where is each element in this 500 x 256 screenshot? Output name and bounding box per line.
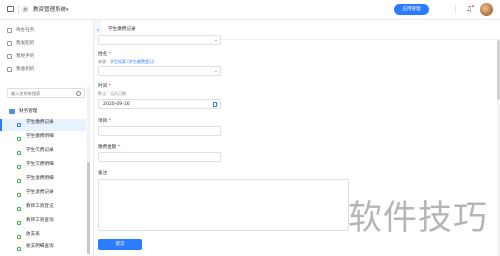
- sidebar-item-income-expense[interactable]: 收支表: [0, 231, 86, 243]
- sidebar-scrollbar-thumb[interactable]: [87, 162, 90, 254]
- sidebar-link-label: 我收到的: [16, 67, 35, 72]
- notification-dot: [472, 5, 474, 7]
- date-picker-field[interactable]: 2020-09-16: [98, 99, 221, 109]
- chart-icon: [17, 179, 21, 183]
- date-default-hint: 默认：当天日期: [98, 91, 126, 96]
- sidebar-item-label: 学生欠费明细: [26, 162, 54, 167]
- calendar-icon[interactable]: [212, 102, 217, 107]
- avatar[interactable]: [480, 3, 493, 16]
- sidebar-link-label: 我发起的: [16, 41, 35, 46]
- watermark: 软件技巧: [348, 198, 488, 238]
- amount-input[interactable]: [98, 152, 221, 162]
- project-input[interactable]: [98, 126, 221, 136]
- sidebar: 待办任务 我发起的 我经手的 我收到的 财务管理 学生缴费记录 学生缴费明细 学…: [0, 20, 94, 256]
- sidebar-item-refund-record[interactable]: 学生退费记录: [0, 189, 86, 201]
- sidebar-item-label: 收支表: [26, 232, 40, 237]
- divider: [18, 5, 19, 14]
- field-label-amount: 缴费金额 *: [98, 145, 121, 150]
- field-source-hint: 来源：学生档案 (学生缴费登记): [98, 59, 155, 64]
- app-logo-icon: ❀: [22, 5, 29, 14]
- sidebar-link-label: 待办任务: [16, 28, 35, 33]
- divider: [455, 5, 456, 14]
- chevron-down-icon[interactable]: ⌄: [214, 37, 218, 44]
- sidebar-item-label: 学生欠费记录: [26, 148, 54, 153]
- sidebar-search[interactable]: [7, 88, 85, 98]
- folder-icon: [9, 109, 15, 114]
- submit-button[interactable]: 提交: [98, 239, 142, 250]
- remark-textarea[interactable]: [98, 179, 349, 231]
- inbox-icon: [7, 67, 12, 72]
- menu-group-label: 财务管理: [19, 109, 38, 114]
- sidebar-item-label: 学生退费明细: [26, 176, 54, 181]
- sidebar-item-income-expense-detail[interactable]: 收支明细查询: [0, 243, 86, 255]
- field-label-name: 姓名 *: [98, 52, 111, 57]
- sidebar-item-arrears-record[interactable]: 学生欠费记录: [0, 147, 86, 159]
- sidebar-item-label: 学生退费记录: [26, 190, 54, 195]
- send-icon: [7, 41, 12, 46]
- sidebar-item-salary-register[interactable]: 教师工资登记: [0, 203, 86, 215]
- sidebar-item-label: 学生缴费记录: [26, 120, 54, 125]
- form-icon: [17, 151, 21, 155]
- sidebar-link-received[interactable]: 我收到的: [7, 66, 34, 73]
- sidebar-link-handled[interactable]: 我经手的: [7, 53, 34, 60]
- chart-icon: [17, 247, 21, 251]
- app-manage-button[interactable]: 应用管理: [394, 4, 429, 15]
- sidebar-link-initiated[interactable]: 我发起的: [7, 40, 34, 47]
- field-label-date: 时间 *: [98, 84, 111, 89]
- form-icon: [17, 123, 21, 127]
- top-bar: ❀ 教资管理系统 ▾ 应用管理 ♫: [0, 0, 500, 20]
- window-icon[interactable]: [7, 6, 14, 12]
- sidebar-link-todo[interactable]: 待办任务: [7, 27, 34, 34]
- chart-icon: [17, 165, 21, 169]
- system-name[interactable]: 教资管理系统: [33, 6, 66, 14]
- source-link[interactable]: 学生档案 (学生缴费登记): [110, 59, 154, 64]
- field-label-project: 项目 *: [98, 119, 111, 124]
- chart-icon: [17, 221, 21, 225]
- field-label-remark: 备注: [98, 171, 108, 176]
- sidebar-item-label: 教师工资登记: [26, 204, 54, 209]
- check-icon: [7, 54, 12, 59]
- sidebar-item-arrears-detail[interactable]: 学生欠费明细: [0, 161, 86, 173]
- form-icon: [17, 193, 21, 197]
- chevron-down-icon[interactable]: ▾: [66, 7, 69, 13]
- sidebar-link-label: 我经手的: [16, 54, 35, 59]
- sidebar-item-label: 学生缴费明细: [26, 134, 54, 139]
- sidebar-item-label: 教师工资查询: [26, 218, 54, 223]
- sidebar-item-payment-record[interactable]: 学生缴费记录: [0, 119, 86, 131]
- date-value: 2020-09-16: [103, 102, 130, 107]
- form-icon: [17, 207, 21, 211]
- chevron-down-icon[interactable]: ⌄: [214, 68, 218, 75]
- task-icon: [7, 28, 12, 33]
- name-select-field[interactable]: ⌄: [98, 66, 221, 76]
- sidebar-item-payment-detail[interactable]: 学生缴费明细: [0, 133, 86, 145]
- top-select-field[interactable]: ⌄: [98, 35, 221, 45]
- chart-icon: [17, 137, 21, 141]
- search-icon[interactable]: [76, 91, 81, 96]
- sidebar-item-refund-detail[interactable]: 学生退费明细: [0, 175, 86, 187]
- search-input[interactable]: [11, 90, 73, 97]
- sidebar-item-salary-query[interactable]: 教师工资查询: [0, 217, 86, 229]
- menu-group-finance[interactable]: 财务管理: [9, 108, 37, 115]
- form-icon: [17, 235, 21, 239]
- sidebar-item-label: 收支明细查询: [26, 244, 54, 249]
